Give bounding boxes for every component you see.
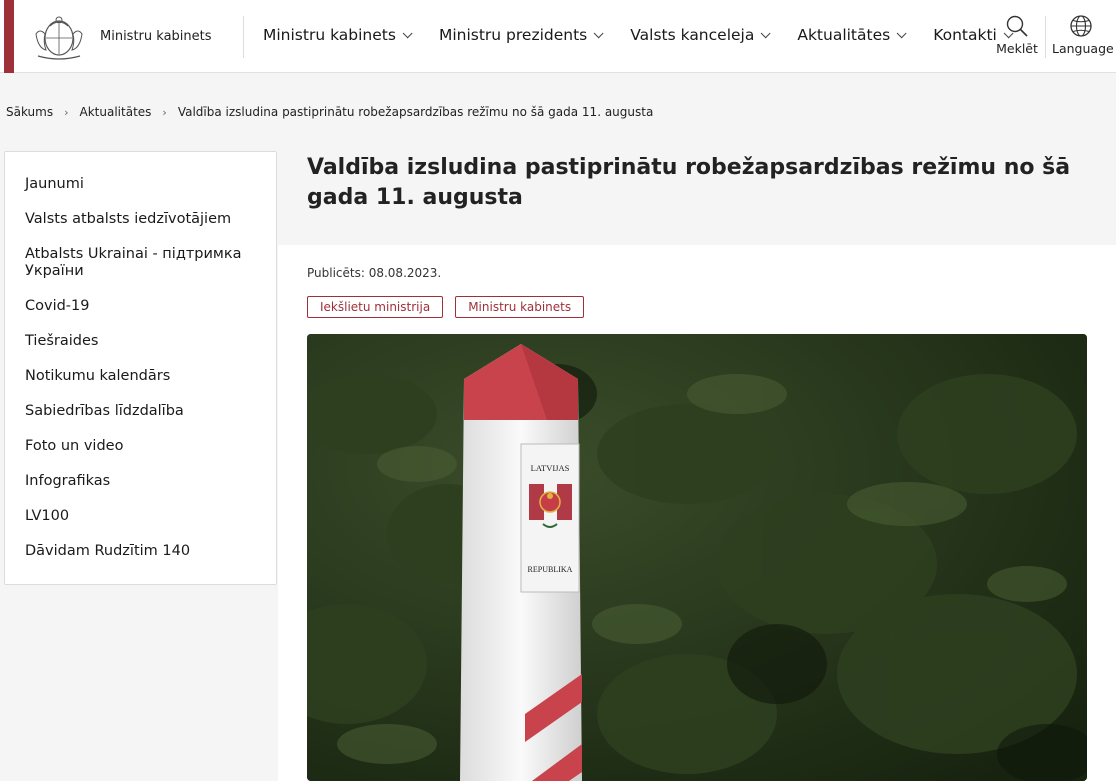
globe-icon <box>1070 15 1092 37</box>
sidebar-item-notikumu-kalendars[interactable]: Notikumu kalendārs <box>5 368 276 385</box>
sidebar-item-infografikas[interactable]: Infografikas <box>5 473 276 490</box>
plaque-top-text: LATVIJAS <box>531 463 570 473</box>
brand-name[interactable]: Ministru kabinets <box>100 29 212 44</box>
search-icon <box>1006 15 1028 37</box>
chevron-right-icon: › <box>64 105 69 119</box>
tool-divider <box>1045 16 1046 58</box>
site-header: Ministru kabinets Ministru kabinets Mini… <box>0 0 1116 73</box>
sidebar-item-lv100[interactable]: LV100 <box>5 508 276 525</box>
nav-ministru-kabinets[interactable]: Ministru kabinets <box>263 26 413 44</box>
chevron-down-icon <box>402 27 413 38</box>
plaque-bottom-text: REPUBLIKA <box>528 565 573 574</box>
nav-aktualitates[interactable]: Aktualitātes <box>797 26 907 44</box>
chevron-down-icon <box>896 27 907 38</box>
breadcrumb: Sākums › Aktualitātes › Valdība izsludin… <box>6 105 653 119</box>
breadcrumb-home[interactable]: Sākums <box>6 105 53 119</box>
sidebar-item-atbalsts-ukrainai[interactable]: Atbalsts Ukrainai - підтримка України <box>5 246 276 280</box>
language-label: Language <box>1052 41 1114 56</box>
sidebar-item-valsts-atbalsts[interactable]: Valsts atbalsts iedzīvotājiem <box>5 211 276 228</box>
nav-label: Valsts kanceleja <box>630 26 755 44</box>
sidebar-item-jaunumi[interactable]: Jaunumi <box>5 176 276 193</box>
nav-label: Aktualitātes <box>797 26 891 44</box>
header-divider <box>243 16 244 58</box>
tag-iekslietu-ministrija[interactable]: Iekšlietu ministrija <box>307 296 444 318</box>
breadcrumb-aktualitates[interactable]: Aktualitātes <box>80 105 152 119</box>
sidebar-item-covid[interactable]: Covid-19 <box>5 298 276 315</box>
chevron-down-icon <box>761 27 771 38</box>
sidebar-item-davidam-rudzitim[interactable]: Dāvidam Rudzītim 140 <box>5 543 276 560</box>
nav-valsts-kanceleja[interactable]: Valsts kanceleja <box>630 26 771 44</box>
chevron-right-icon: › <box>162 105 167 119</box>
nav-label: Kontakti <box>933 26 997 44</box>
article-image: LATVIJAS REPUBLIKA <box>307 334 1087 781</box>
sidebar-item-foto-video[interactable]: Foto un video <box>5 438 276 455</box>
breadcrumb-current: Valdība izsludina pastiprinātu robežapsa… <box>177 105 654 119</box>
coat-of-arms-logo[interactable] <box>28 12 90 62</box>
nav-label: Ministru kabinets <box>263 26 396 44</box>
sidebar-item-sabiedribas-lidzdaliba[interactable]: Sabiedrības līdzdalība <box>5 403 276 420</box>
border-post-photo: LATVIJAS REPUBLIKA <box>307 334 1087 781</box>
published-date: Publicēts: 08.08.2023. <box>307 266 442 280</box>
language-button[interactable]: Language <box>1052 14 1114 56</box>
brand-accent-bar <box>4 0 14 73</box>
nav-label: Ministru prezidents <box>438 26 588 44</box>
search-label: Meklēt <box>996 41 1038 56</box>
main-nav: Ministru kabinets Ministru prezidents Va… <box>263 26 1040 44</box>
article-title: Valdība izsludina pastiprinātu robežapsa… <box>307 155 1071 210</box>
article-tags: Iekšlietu ministrija Ministru kabinets <box>307 296 585 318</box>
tag-ministru-kabinets[interactable]: Ministru kabinets <box>455 296 585 318</box>
chevron-down-icon <box>593 27 604 38</box>
sidebar-menu: Jaunumi Valsts atbalsts iedzīvotājiem At… <box>4 151 277 585</box>
sidebar-item-tiesraides[interactable]: Tiešraides <box>5 333 276 350</box>
nav-ministru-prezidents[interactable]: Ministru prezidents <box>438 26 604 44</box>
search-button[interactable]: Meklēt <box>996 14 1038 56</box>
